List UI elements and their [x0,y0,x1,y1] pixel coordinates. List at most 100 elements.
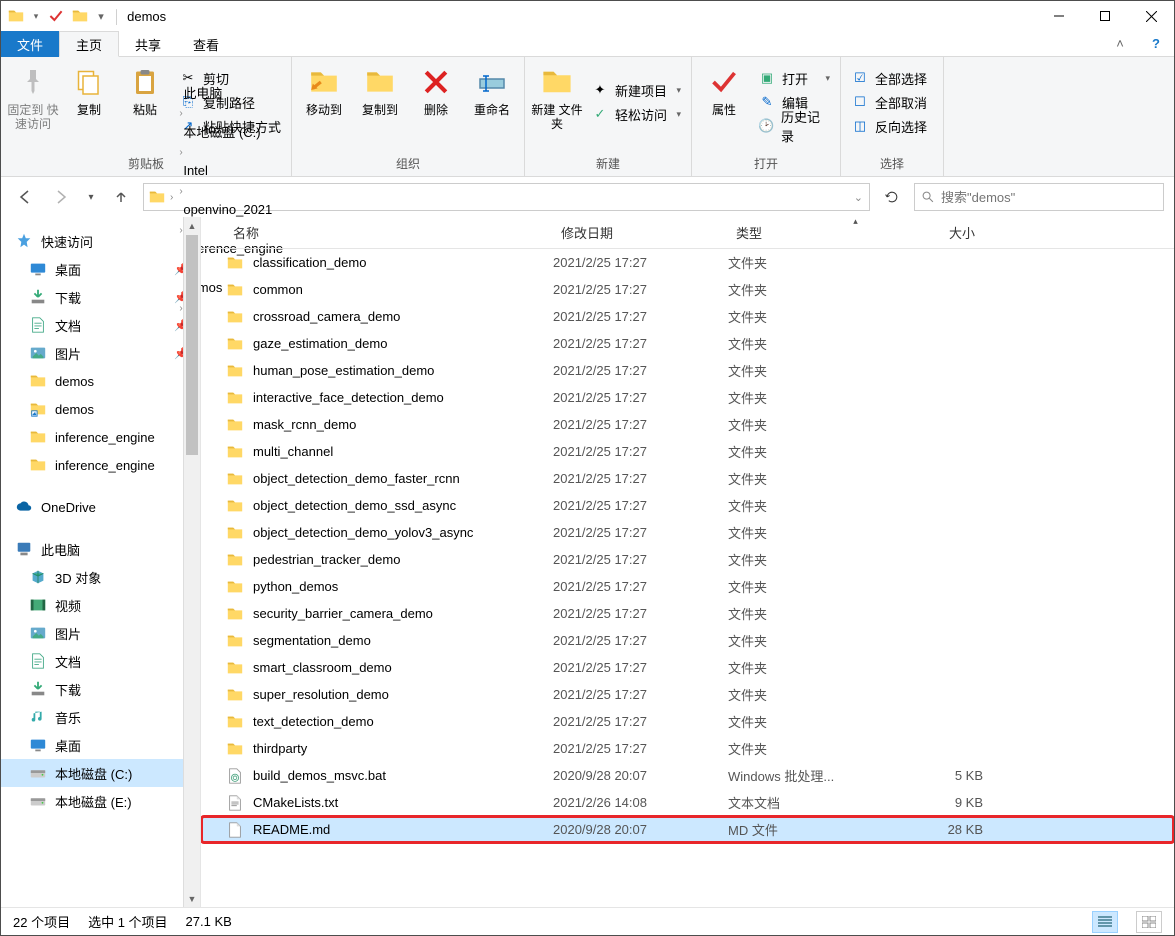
chevron-right-icon[interactable]: › [177,186,184,197]
file-row[interactable]: crossroad_camera_demo2021/2/25 17:27文件夹 [201,303,1174,330]
nav-item[interactable]: 图片 [1,619,200,647]
breadcrumb-item[interactable]: Intel [177,158,289,182]
moveto-button[interactable]: 移动到 [298,61,350,117]
nav-item[interactable]: 文档📌 [1,311,200,339]
view-details-button[interactable] [1092,911,1118,933]
nav-item[interactable]: 下载📌 [1,283,200,311]
breadcrumb-item[interactable]: 此电脑 [177,80,289,104]
search-box[interactable] [914,183,1164,211]
qat-dropdown-icon[interactable]: ▾ [31,7,41,25]
file-row[interactable]: segmentation_demo2021/2/25 17:27文件夹 [201,627,1174,654]
address-bar: ▾ › 此电脑›本地磁盘 (C:)›Intel›openvino_2021›in… [1,177,1174,217]
nav-item[interactable]: 桌面📌 [1,255,200,283]
file-row[interactable]: object_detection_demo_ssd_async2021/2/25… [201,492,1174,519]
file-row[interactable]: CMakeLists.txt2021/2/26 14:08文本文档9 KB [201,789,1174,816]
folder-icon [225,577,245,597]
qat-properties-icon[interactable] [47,7,65,25]
file-row[interactable]: mask_rcnn_demo2021/2/25 17:27文件夹 [201,411,1174,438]
forward-button[interactable] [47,183,75,211]
folder-icon [225,442,245,462]
nav-item[interactable]: inference_engine [1,451,200,479]
maximize-button[interactable] [1082,1,1128,31]
nav-item[interactable]: 下载 [1,675,200,703]
ribbon-collapse-button[interactable]: ˄ [1102,31,1138,56]
file-row[interactable]: human_pose_estimation_demo2021/2/25 17:2… [201,357,1174,384]
file-row[interactable]: multi_channel2021/2/25 17:27文件夹 [201,438,1174,465]
nav-scrollbar[interactable]: ▲▼ [183,217,200,907]
recent-button[interactable]: ▾ [83,183,99,211]
file-row[interactable]: python_demos2021/2/25 17:27文件夹 [201,573,1174,600]
file-row[interactable]: text_detection_demo2021/2/25 17:27文件夹 [201,708,1174,735]
close-button[interactable] [1128,1,1174,31]
breadcrumb-item[interactable]: 本地磁盘 (C:) [177,119,289,143]
tab-view[interactable]: 查看 [177,31,235,57]
minimize-button[interactable] [1036,1,1082,31]
newfolder-button[interactable]: 新建 文件夹 [531,61,583,131]
folder-icon [29,372,47,390]
newitem-button[interactable]: ✦新建项目▾ [587,78,685,102]
up-button[interactable] [107,183,135,211]
history-button[interactable]: 🕑历史记录 [754,114,834,138]
chevron-right-icon[interactable]: › [177,147,184,158]
nav-item[interactable]: demos [1,395,200,423]
nav-item[interactable]: demos [1,367,200,395]
nav-item[interactable]: 本地磁盘 (E:) [1,787,200,815]
nav-item[interactable]: 视频 [1,591,200,619]
nav-item[interactable]: 图片📌 [1,339,200,367]
view-large-button[interactable] [1136,911,1162,933]
nav-quick-access[interactable]: 快速访问 [1,227,200,255]
nav-item[interactable]: 3D 对象 [1,563,200,591]
file-row[interactable]: pedestrian_tracker_demo2021/2/25 17:27文件… [201,546,1174,573]
nav-item[interactable]: 文档 [1,647,200,675]
video-icon [29,596,47,614]
pin-quickaccess-button[interactable]: 固定到 快速访问 [7,61,59,131]
file-row[interactable]: classification_demo2021/2/25 17:27文件夹 [201,249,1174,276]
copy-button[interactable]: 复制 [63,61,115,117]
properties-button[interactable]: 属性 [698,61,750,117]
nav-item[interactable]: inference_engine [1,423,200,451]
chevron-down-icon[interactable]: ⌄ [852,191,865,204]
selectall-button[interactable]: ☑全部选择 [847,66,937,90]
file-type: 文件夹 [728,361,883,380]
tab-share[interactable]: 共享 [119,31,177,57]
file-row[interactable]: common2021/2/25 17:27文件夹 [201,276,1174,303]
paste-button[interactable]: 粘贴 [119,61,171,117]
search-input[interactable] [941,190,1157,205]
file-row[interactable]: interactive_face_detection_demo2021/2/25… [201,384,1174,411]
file-row[interactable]: smart_classroom_demo2021/2/25 17:27文件夹 [201,654,1174,681]
delete-button[interactable]: 删除 [410,61,462,117]
tab-home[interactable]: 主页 [59,31,119,57]
tab-file[interactable]: 文件 [1,31,59,57]
easyaccess-button[interactable]: ✓轻松访问▾ [587,102,685,126]
breadcrumb-bar[interactable]: › 此电脑›本地磁盘 (C:)›Intel›openvino_2021›infe… [143,183,870,211]
rename-button[interactable]: 重命名 [466,61,518,117]
chevron-right-icon[interactable]: › [168,192,175,203]
file-type: 文件夹 [728,415,883,434]
file-row[interactable]: thirdparty2021/2/25 17:27文件夹 [201,735,1174,762]
open-button[interactable]: ▣打开▾ [754,66,834,90]
nav-this-pc[interactable]: 此电脑 [1,535,200,563]
file-name: CMakeLists.txt [253,795,553,810]
nav-item[interactable]: 桌面 [1,731,200,759]
qat-overflow-icon[interactable]: ▾ [95,7,107,25]
file-row[interactable]: super_resolution_demo2021/2/25 17:27文件夹 [201,681,1174,708]
file-name: super_resolution_demo [253,687,553,702]
file-row[interactable]: object_detection_demo_faster_rcnn2021/2/… [201,465,1174,492]
file-row[interactable]: README.md2020/9/28 20:07MD 文件28 KB [201,816,1174,843]
file-row[interactable]: object_detection_demo_yolov3_async2021/2… [201,519,1174,546]
refresh-button[interactable] [878,183,906,211]
chevron-right-icon[interactable]: › [177,108,184,119]
nav-onedrive[interactable]: OneDrive [1,493,200,521]
file-row[interactable]: security_barrier_camera_demo2021/2/25 17… [201,600,1174,627]
file-row[interactable]: build_demos_msvc.bat2020/9/28 20:07Windo… [201,762,1174,789]
selectnone-button[interactable]: ☐全部取消 [847,90,937,114]
nav-item[interactable]: 本地磁盘 (C:) [1,759,200,787]
nav-item[interactable]: 音乐 [1,703,200,731]
selectinvert-button[interactable]: ◫反向选择 [847,114,937,138]
qat-newfolder-icon[interactable] [71,7,89,25]
copyto-button[interactable]: 复制到 [354,61,406,117]
file-row[interactable]: gaze_estimation_demo2021/2/25 17:27文件夹 [201,330,1174,357]
back-button[interactable] [11,183,39,211]
pic-icon [29,344,47,362]
help-button[interactable]: ? [1138,31,1174,56]
